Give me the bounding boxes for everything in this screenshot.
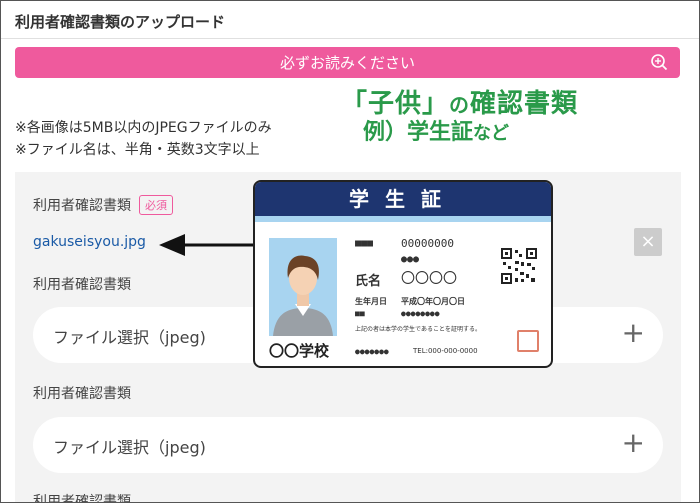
file-select-button-3[interactable]: ファイル選択（jpeg) + [33,417,663,473]
file-name-note: ※ファイル名は、半角・英数3文字以上 [15,142,260,158]
callout-child: 「子供」 [341,89,450,119]
card-dots: ●●●●●●● [355,347,389,356]
card-dob-value: 平成〇年〇月〇日 [401,297,465,306]
seal-stamp [517,330,539,352]
callout-etc: など [473,123,510,145]
field-label-4: 利用者確認書類 [33,494,131,503]
uploaded-file-link[interactable]: gakuseisyou.jpg [33,234,146,250]
plus-icon: + [621,316,645,349]
student-id-card-illustration: 学生証 ■■■ 00000000 ●●● 氏名 〇〇〇〇 生年月日 平成〇年〇月… [253,180,553,368]
file-select-label: ファイル選択（jpeg) [53,328,206,347]
field-label-3: 利用者確認書類 [33,386,131,402]
required-badge: 必須 [139,195,173,215]
callout-no: の [449,93,471,117]
remove-file-button[interactable]: × [634,228,662,256]
card-name-value: 〇〇〇〇 [401,271,457,287]
callout-example: 例）学生証 [363,120,474,146]
title-divider [1,38,699,39]
zoom-in-icon [651,54,668,71]
card-kana: ●●● [401,254,420,265]
card-number-label: ■■■ [355,238,374,249]
file-size-note: ※各画像は5MB以内のJPEGファイルのみ [15,120,272,136]
read-notice-button[interactable]: 必ずお読みください [15,47,680,78]
field-label-1: 利用者確認書類 必須 [33,195,173,215]
child-document-callout: 「子供」の確認書類 例）学生証など [341,89,578,147]
field-label-2: 利用者確認書類 [33,277,131,293]
card-header: 学生証 [255,182,551,216]
file-select-label: ファイル選択（jpeg) [53,438,206,457]
plus-icon: + [621,426,645,459]
card-school-name: 〇〇学校 [269,342,330,360]
card-addr-label: ■■ [355,309,365,318]
student-photo [269,238,337,336]
card-certify: 上記の者は本学の学生であることを証明する。 [355,326,481,333]
card-tel: TEL:000-000-0000 [413,347,478,355]
card-stripe [255,216,551,222]
person-icon [273,255,333,336]
page-title: 利用者確認書類のアップロード [15,13,226,31]
card-name-label: 氏名 [355,274,382,289]
card-dob-label: 生年月日 [355,297,387,306]
read-notice-label: 必ずお読みください [279,54,415,72]
card-number: 00000000 [401,237,454,250]
card-addr-value: ●●●●●●●● [401,309,440,318]
arrow-left-icon [159,234,257,256]
qr-code-icon [501,248,537,284]
callout-doc: 確認書類 [470,89,579,119]
upload-page: 利用者確認書類のアップロード 必ずお読みください ※各画像は5MB以内のJPEG… [0,0,700,503]
